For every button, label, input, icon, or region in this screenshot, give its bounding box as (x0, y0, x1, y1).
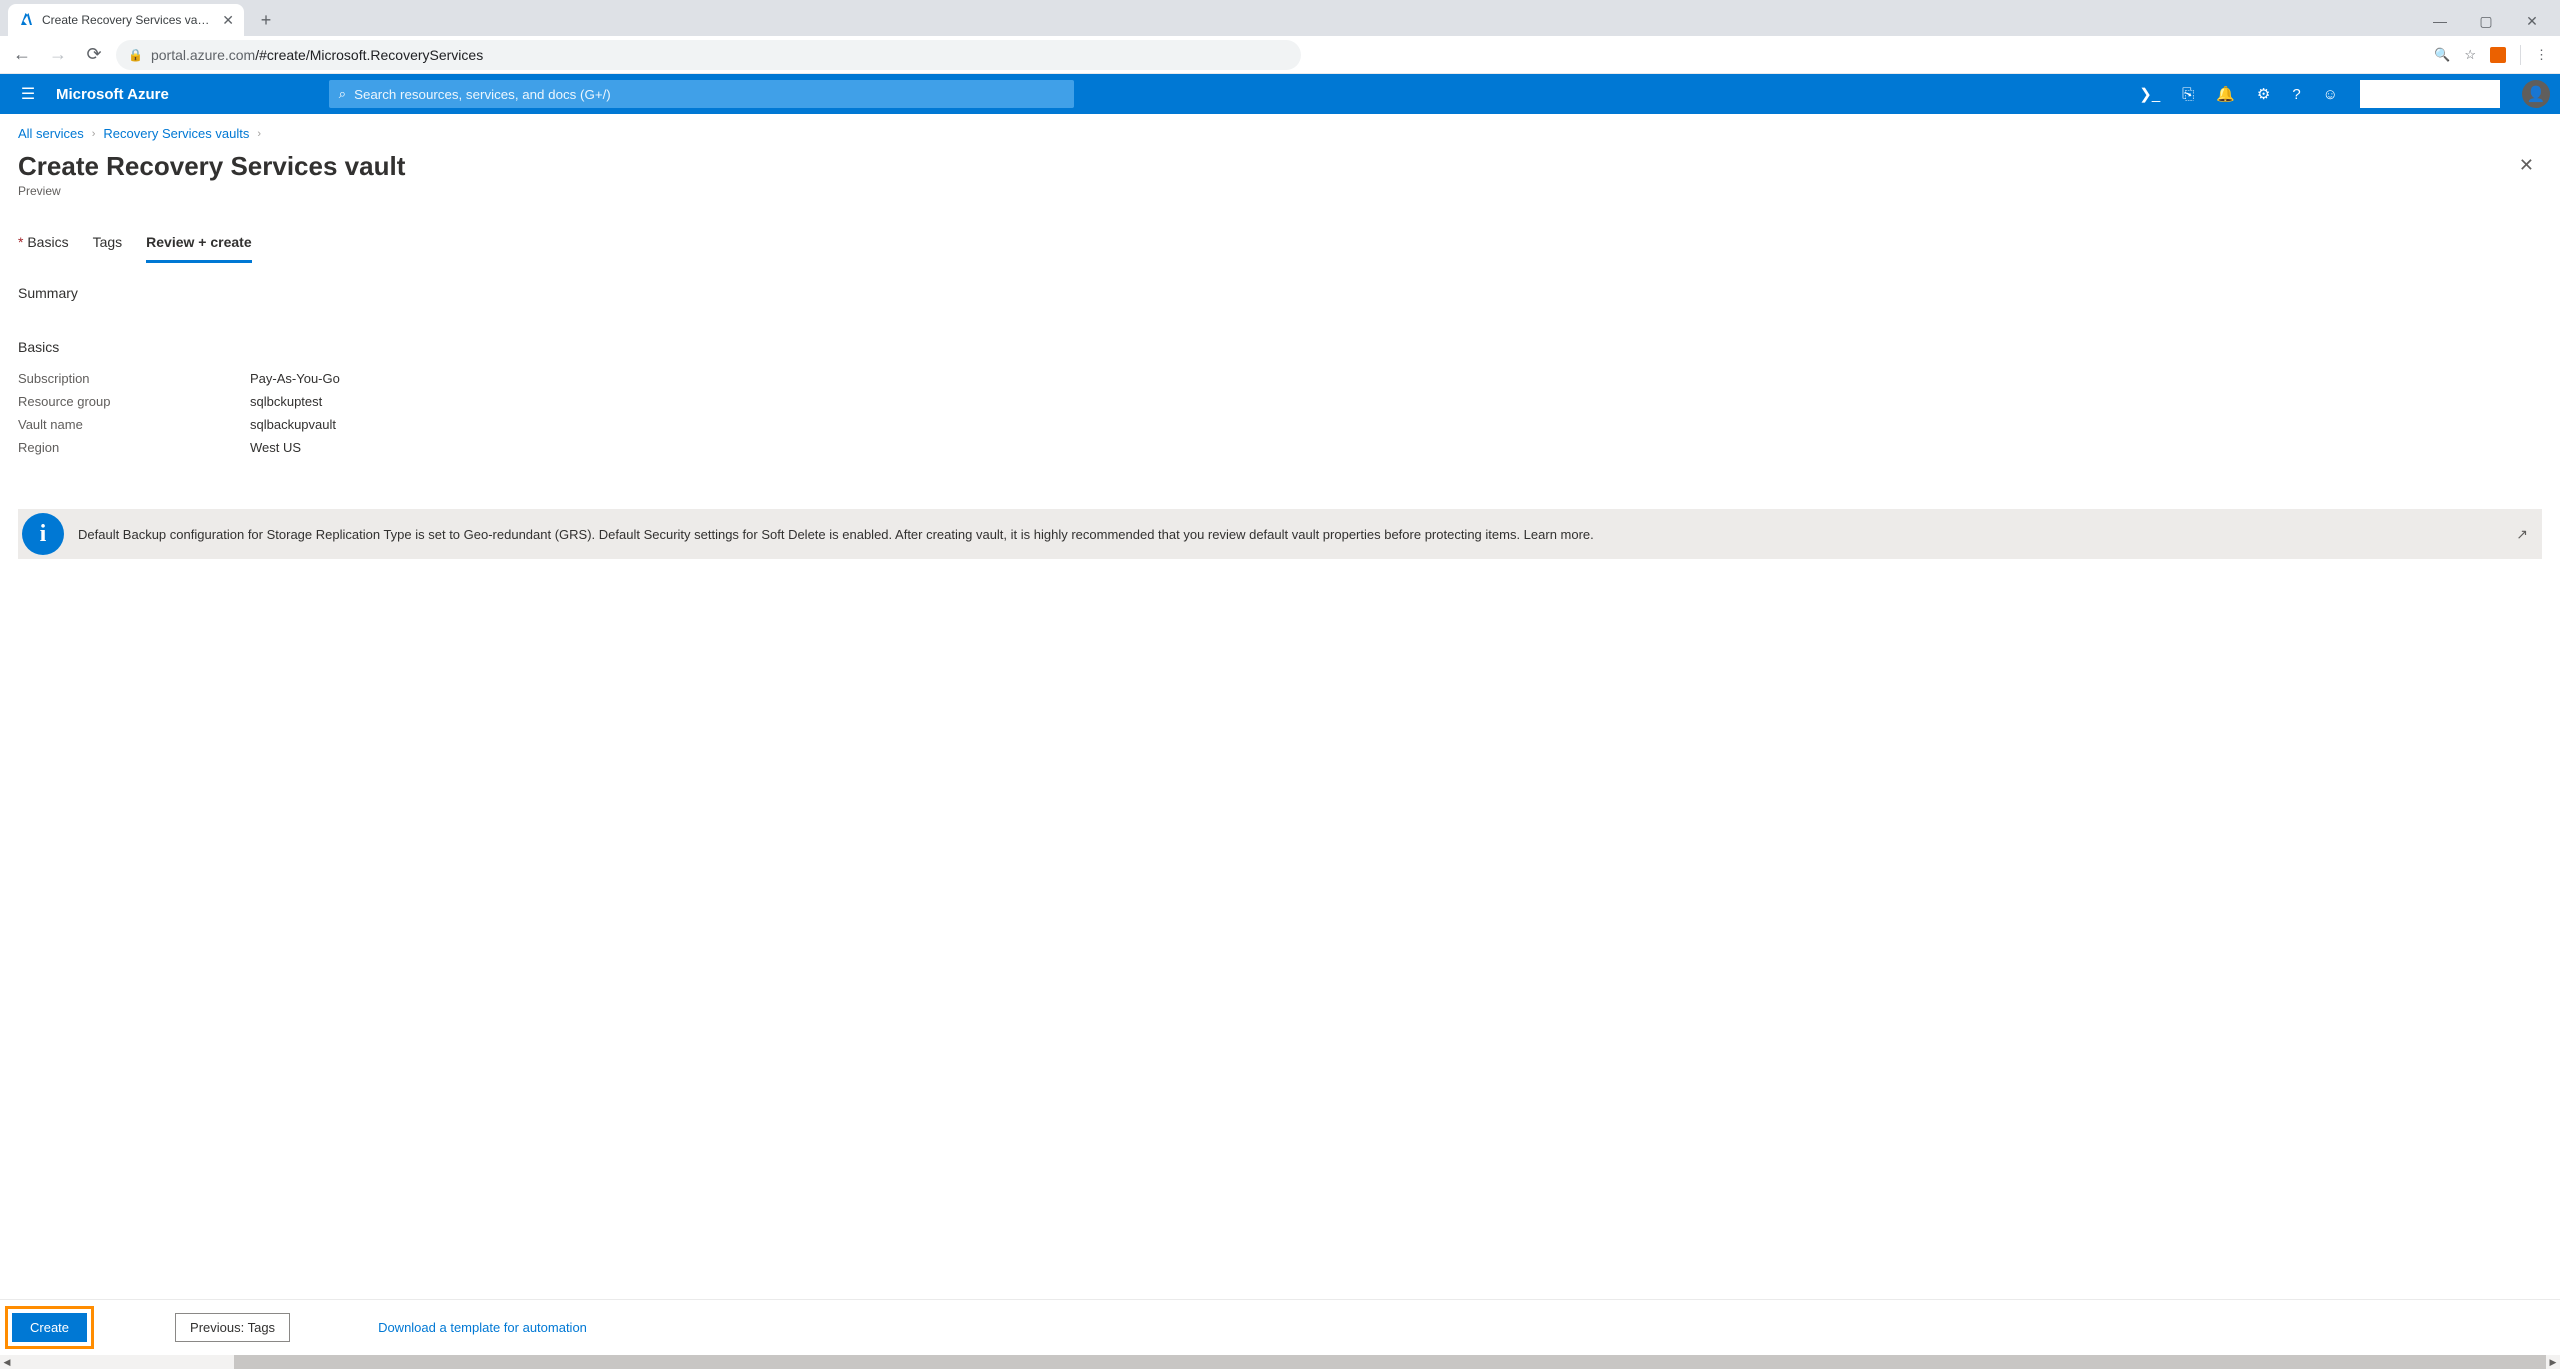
kv-key: Resource group (18, 394, 250, 409)
portal-menu-button[interactable]: ☰ (12, 84, 44, 104)
cloud-shell-icon[interactable]: ❯_ (2139, 85, 2160, 103)
zoom-icon[interactable]: 🔍 (2434, 47, 2450, 63)
kv-row-vault-name: Vault name sqlbackupvault (18, 413, 2542, 436)
notifications-icon[interactable]: 🔔 (2216, 85, 2235, 103)
global-search[interactable]: ⌕ (329, 80, 1074, 108)
tab-review-create[interactable]: Review + create (146, 230, 251, 263)
previous-button[interactable]: Previous: Tags (175, 1313, 290, 1342)
breadcrumb-recovery-services-vaults[interactable]: Recovery Services vaults (103, 126, 249, 141)
tab-tags[interactable]: Tags (93, 230, 123, 263)
settings-gear-icon[interactable]: ⚙ (2257, 85, 2270, 103)
bookmark-star-icon[interactable]: ☆ (2464, 47, 2476, 63)
kv-key: Region (18, 440, 250, 455)
info-banner-text: Default Backup configuration for Storage… (78, 527, 2502, 542)
browser-tab-strip: Create Recovery Services vault - ✕ + — ▢… (0, 0, 2560, 36)
chevron-right-icon: › (257, 128, 261, 140)
address-bar[interactable]: 🔒 portal.azure.com/#create/Microsoft.Rec… (116, 40, 1301, 70)
extension-icon[interactable] (2490, 47, 2506, 63)
address-host: portal.azure.com (151, 47, 255, 63)
azure-favicon (18, 12, 34, 28)
info-icon: i (22, 513, 64, 555)
browser-menu-icon[interactable]: ⋮ (2535, 47, 2548, 63)
azure-brand[interactable]: Microsoft Azure (56, 86, 169, 103)
global-search-input[interactable] (354, 87, 1064, 102)
info-banner: i Default Backup configuration for Stora… (18, 509, 2542, 559)
tab-close-icon[interactable]: ✕ (222, 12, 234, 29)
breadcrumb-all-services[interactable]: All services (18, 126, 84, 141)
nav-reload-button[interactable]: ⟳ (80, 41, 108, 69)
browser-toolbar: ← → ⟳ 🔒 portal.azure.com/#create/Microso… (0, 36, 2560, 74)
browser-tab[interactable]: Create Recovery Services vault - ✕ (8, 4, 244, 36)
separator (2520, 45, 2521, 65)
summary-heading: Summary (18, 285, 2542, 301)
kv-row-resource-group: Resource group sqlbckuptest (18, 390, 2542, 413)
external-link-icon[interactable]: ↗ (2516, 526, 2528, 543)
nav-forward-button[interactable]: → (44, 41, 72, 69)
help-icon[interactable]: ? (2292, 86, 2300, 103)
kv-value: sqlbackupvault (250, 417, 336, 432)
address-path: /#create/Microsoft.RecoveryServices (255, 47, 483, 63)
nav-back-button[interactable]: ← (8, 41, 36, 69)
kv-value: sqlbckuptest (250, 394, 322, 409)
scroll-right-arrow[interactable]: ▶ (2546, 1357, 2560, 1368)
wizard-tabs: Basics Tags Review + create (18, 230, 2542, 263)
window-maximize-icon[interactable]: ▢ (2472, 13, 2500, 30)
kv-key: Subscription (18, 371, 250, 386)
kv-key: Vault name (18, 417, 250, 432)
directory-filter-icon[interactable]: ⎘ (2182, 86, 2194, 103)
chevron-right-icon: › (92, 128, 96, 140)
scroll-thumb[interactable] (234, 1355, 2546, 1369)
new-tab-button[interactable]: + (252, 6, 280, 34)
account-box[interactable] (2360, 80, 2500, 108)
tab-basics[interactable]: Basics (18, 230, 69, 263)
close-blade-button[interactable]: ✕ (2511, 151, 2542, 180)
basics-summary-grid: Subscription Pay-As-You-Go Resource grou… (18, 367, 2542, 459)
window-controls: — ▢ ✕ (2426, 13, 2560, 36)
kv-value: Pay-As-You-Go (250, 371, 340, 386)
search-icon: ⌕ (339, 86, 346, 102)
blade-content: All services › Recovery Services vaults … (0, 114, 2560, 1355)
azure-header: ☰ Microsoft Azure ⌕ ❯_ ⎘ 🔔 ⚙ ? ☺ 👤 (0, 74, 2560, 114)
horizontal-scrollbar[interactable]: ◀ ▶ (0, 1355, 2560, 1369)
window-minimize-icon[interactable]: — (2426, 13, 2454, 30)
basics-section-heading: Basics (18, 339, 2542, 355)
kv-row-subscription: Subscription Pay-As-You-Go (18, 367, 2542, 390)
page-subtitle: Preview (18, 184, 405, 198)
create-button[interactable]: Create (12, 1313, 87, 1342)
window-close-icon[interactable]: ✕ (2518, 13, 2546, 30)
browser-tab-title: Create Recovery Services vault - (42, 13, 214, 27)
kv-row-region: Region West US (18, 436, 2542, 459)
scroll-left-arrow[interactable]: ◀ (0, 1357, 14, 1368)
download-template-link[interactable]: Download a template for automation (378, 1320, 587, 1335)
breadcrumb: All services › Recovery Services vaults … (18, 126, 2542, 141)
footer-action-bar: Create Previous: Tags Download a templat… (0, 1299, 2560, 1355)
kv-value: West US (250, 440, 301, 455)
avatar[interactable]: 👤 (2522, 80, 2550, 108)
feedback-icon[interactable]: ☺ (2323, 86, 2338, 103)
scroll-track[interactable] (14, 1355, 2546, 1369)
page-title: Create Recovery Services vault (18, 151, 405, 182)
lock-icon: 🔒 (128, 48, 143, 62)
